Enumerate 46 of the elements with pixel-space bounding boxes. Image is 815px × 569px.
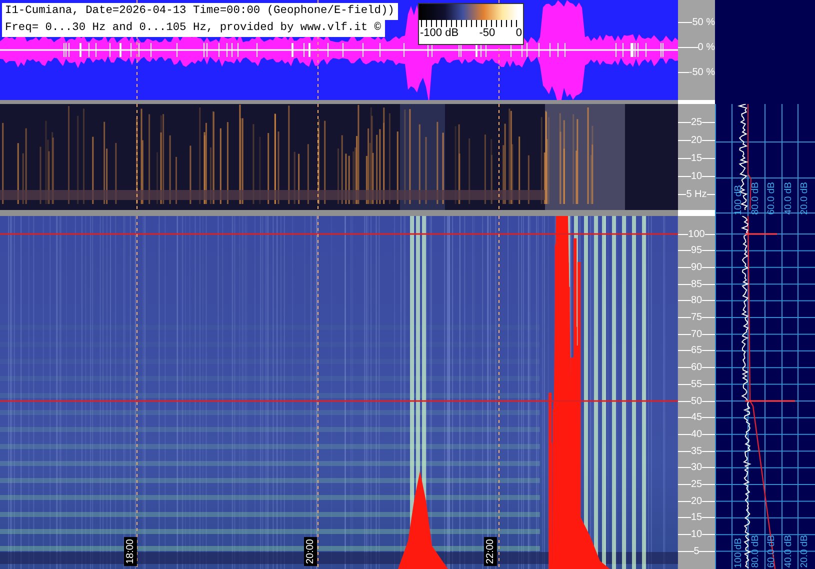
db-scale-label: 100 dB (733, 184, 744, 215)
axis-label: 65 (690, 345, 702, 356)
time-label: 18:00 (124, 536, 137, 566)
db-scale-label: 80.0 dB (750, 535, 761, 568)
axis-label: 70 (690, 328, 702, 340)
axis-label: 15 (690, 512, 702, 524)
axis-label: 50 (690, 396, 702, 406)
db-scale-label: 40.0 dB (782, 182, 794, 215)
time-label: 20:00 (304, 536, 317, 566)
axis-label: 25 (690, 479, 702, 490)
axis-label: 40 (690, 428, 702, 440)
axis-label: 20 (690, 134, 702, 146)
axis-label: -50 % (688, 66, 715, 78)
axis-label: 30 (690, 462, 702, 474)
axis-label: 60 (690, 362, 702, 374)
axis-label: 20 (690, 496, 702, 507)
axis-label: 95 (690, 245, 702, 256)
axis-label: 100 (688, 228, 705, 240)
axis-label: 55 (690, 378, 702, 390)
axis-label: 50 % (692, 16, 715, 28)
axis-label: 25 (690, 116, 702, 128)
axis-label: 85 (690, 278, 702, 290)
db-scale-label: 40.0 dB (782, 535, 794, 568)
db-scale-label: 60.0 dB (766, 535, 778, 568)
axis-label: 15 (690, 152, 702, 164)
axis-label: 5 Hz (686, 188, 707, 200)
axis-label: 35 (690, 446, 702, 457)
axis-label: 0 % (698, 42, 715, 52)
db-scale-label: 20.0 dB (799, 535, 810, 568)
axis-label: 5 (694, 546, 700, 557)
db-scale-label: 80.0 dB (750, 182, 761, 215)
station-title: I1-Cumiana, Date=2026-04-13 Time=00:00 (Geophone/E-field)) (2, 3, 398, 20)
db-scale-label: 60.0 dB (766, 182, 778, 215)
axis-label: 10 (690, 529, 702, 540)
axis-label: 45 (690, 412, 702, 424)
axis-label: 90 (690, 262, 702, 273)
db-scale-label: 20.0 dB (799, 182, 810, 215)
axis-label: 75 (690, 312, 702, 323)
db-scale-label: 100 dB (733, 538, 744, 568)
time-label: 22:00 (484, 536, 497, 566)
axis-label: 80 (690, 295, 702, 306)
colorbar-label: -100 dB (420, 27, 459, 40)
frequency-info: Freq= 0...30 Hz and 0...105 Hz, provided by www.vlf.it © (2, 20, 385, 37)
colorbar-label: 0 (516, 27, 522, 40)
axis-label: 10 (690, 170, 702, 182)
colorbar-label: -50 (479, 27, 496, 40)
